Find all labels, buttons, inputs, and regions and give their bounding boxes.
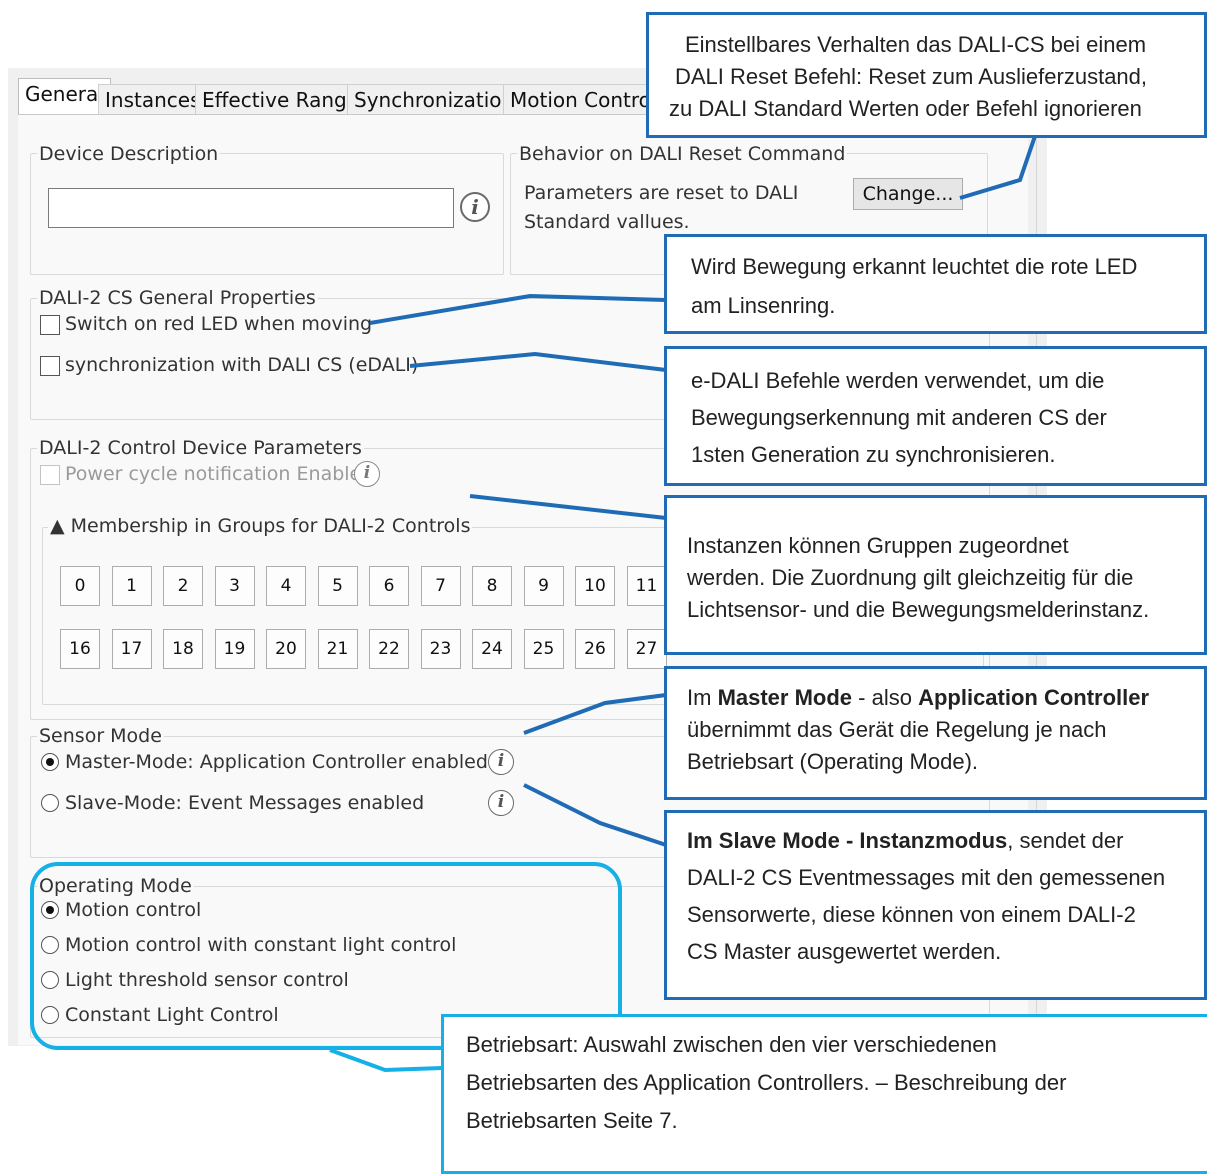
connector-led [369,293,667,325]
connector-operating [329,1048,443,1073]
callout-reset-line1: Einstellbares Verhalten das DALI-CS bei … [685,32,1147,57]
callout-edali-line1: e-DALI Befehle werden verwendet, um die [691,368,1105,393]
callout-slave-line3: Sensorwerte, diese können von einem DALI… [687,902,1136,927]
connector-master [523,693,667,735]
callout-edali-line2: Bewegungserkennung mit anderen CS der [691,405,1107,430]
callout-led-line1: Wird Bewegung erkannt leuchtet die rote … [691,254,1138,279]
callout-slave-line2: DALI-2 CS Eventmessages mit den gemessen… [687,865,1166,890]
callout-groups-line1: Instanzen können Gruppen zugeordnet [687,533,1069,558]
callout-reset-line3: zu DALI Standard Werten oder Befehl igno… [669,96,1142,121]
callout-operating-line1: Betriebsart: Auswahl zwischen den vier v… [466,1032,997,1057]
callout-operating: Betriebsart: Auswahl zwischen den vier v… [441,1014,1207,1174]
callout-reset-line2: DALI Reset Befehl: Reset zum Auslieferzu… [675,64,1148,89]
callout-master-line3: Betriebsart (Operating Mode). [687,749,979,774]
callout-reset: Einstellbares Verhalten das DALI-CS bei … [646,12,1207,138]
callout-operating-line3: Betriebsarten Seite 7. [466,1108,678,1133]
connector-edali [409,351,667,372]
callout-operating-line2: Betriebsarten des Application Controller… [466,1070,1067,1095]
callout-slave: Im Slave Mode - Instanzmodus, sendet der… [664,810,1207,1000]
callout-master-line1: Im Master Mode - also Application Contro… [687,685,1150,710]
callout-edali: e-DALI Befehle werden verwendet, um die … [664,346,1207,486]
callout-master: Im Master Mode - also Application Contro… [664,666,1207,800]
callout-groups: Instanzen können Gruppen zugeordnet werd… [664,495,1207,655]
callout-led-line2: am Linsenring. [691,293,836,318]
callout-master-line2: übernimmt das Gerät die Regelung je nach [687,717,1107,742]
callout-led: Wird Bewegung erkannt leuchtet die rote … [664,234,1207,334]
callout-slave-line4: CS Master ausgewertet werden. [687,939,1002,964]
connector-groups [469,494,667,520]
connector-reset [959,135,1037,200]
callout-edali-line3: 1sten Generation zu synchronisieren. [691,442,1056,467]
callout-slave-line1: Im Slave Mode - Instanzmodus, sendet der [687,828,1124,853]
callout-groups-line3: Lichtsensor- und die Bewegungsmelderinst… [687,597,1150,622]
callout-groups-line2: werden. Die Zuordnung gilt gleichzeitig … [687,565,1134,590]
connector-slave [523,783,667,847]
